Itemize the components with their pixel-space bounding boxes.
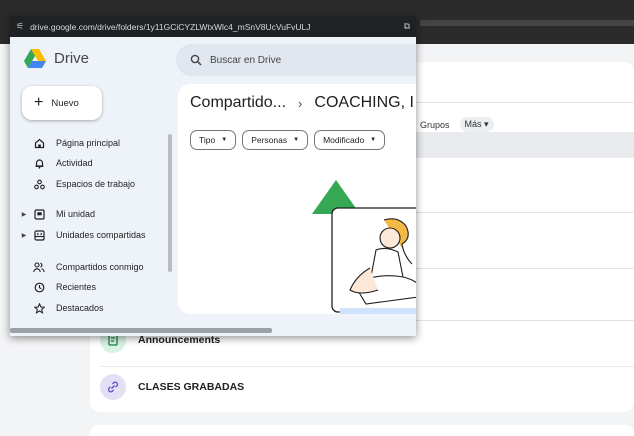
horizontal-scrollbar[interactable] <box>10 328 272 333</box>
plus-icon: + <box>34 94 44 111</box>
search-input[interactable]: Buscar en Drive <box>176 44 416 76</box>
drive-popup-window: ⚟ drive.google.com/drive/folders/1y11GCi… <box>10 16 416 336</box>
star-icon <box>32 301 46 315</box>
chevron-down-icon: ▼ <box>221 137 228 143</box>
shared-people-icon <box>32 260 46 274</box>
tab-grupos[interactable]: Grupos <box>420 120 450 130</box>
new-button-label: Nuevo <box>51 97 79 109</box>
sidebar-item-unidades-compartidas[interactable]: ▶ Unidades compartidas <box>20 227 146 243</box>
sidebar-item-destacados[interactable]: Destacados <box>20 300 104 316</box>
breadcrumb-item[interactable]: Compartido... <box>190 94 286 112</box>
shared-drives-icon <box>32 228 46 242</box>
breadcrumb-current[interactable]: COACHING, I <box>314 94 414 112</box>
expand-arrow-icon[interactable]: ▶ <box>20 211 28 218</box>
drive-logo[interactable]: Drive <box>24 49 89 68</box>
background-tabs: Grupos Más ▾ <box>420 117 494 132</box>
site-settings-icon[interactable]: ⚟ <box>16 21 24 32</box>
filter-personas[interactable]: Personas ▼ <box>242 130 309 150</box>
chevron-down-icon: ▼ <box>370 137 377 143</box>
filter-chips: Tipo ▼ Personas ▼ Modificado ▼ <box>190 130 386 150</box>
sidebar-item-actividad[interactable]: Actividad <box>20 155 93 171</box>
sidebar-item-pagina-principal[interactable]: Página principal <box>20 135 120 151</box>
tab-mas[interactable]: Más ▾ <box>459 117 494 132</box>
search-icon[interactable] <box>190 54 202 66</box>
chevron-down-icon: ▼ <box>293 137 300 143</box>
bell-icon <box>32 156 46 170</box>
sidebar-item-mi-unidad[interactable]: ▶ Mi unidad <box>20 206 95 222</box>
row-label: CLASES GRABADAS <box>138 381 245 393</box>
url-text: drive.google.com/drive/folders/1y11GCiCY… <box>30 21 311 32</box>
main-content: Compartido... › COACHING, I Tipo ▼ Person… <box>178 84 416 314</box>
sidebar-scrollbar[interactable] <box>168 134 172 272</box>
home-icon <box>32 136 46 150</box>
list-item[interactable]: CLASES GRABADAS <box>100 374 244 400</box>
app-name: Drive <box>54 50 90 67</box>
expand-arrow-icon[interactable]: ▶ <box>20 232 28 239</box>
clock-icon <box>32 280 46 294</box>
url-bar[interactable]: ⚟ drive.google.com/drive/folders/1y11GCi… <box>10 16 416 37</box>
open-in-window-icon[interactable]: ⧉ <box>404 21 410 32</box>
my-drive-icon <box>32 207 46 221</box>
empty-state-illustration <box>312 180 416 314</box>
link-icon <box>100 374 126 400</box>
new-button[interactable]: + Nuevo <box>22 86 102 120</box>
background-header-bar <box>416 132 634 158</box>
filter-tipo[interactable]: Tipo ▼ <box>190 130 237 150</box>
sidebar-item-espacios-de-trabajo[interactable]: Espacios de trabajo <box>20 176 135 192</box>
sidebar-item-recientes[interactable]: Recientes <box>20 279 96 295</box>
workspaces-icon <box>32 177 46 191</box>
drive-logo-icon <box>24 49 46 68</box>
filter-modificado[interactable]: Modificado ▼ <box>314 130 386 150</box>
breadcrumb: Compartido... › COACHING, I <box>190 94 414 112</box>
search-placeholder: Buscar en Drive <box>210 54 282 66</box>
chevron-right-icon: › <box>298 95 303 111</box>
sidebar-item-compartidos-conmigo[interactable]: Compartidos conmigo <box>20 259 144 275</box>
